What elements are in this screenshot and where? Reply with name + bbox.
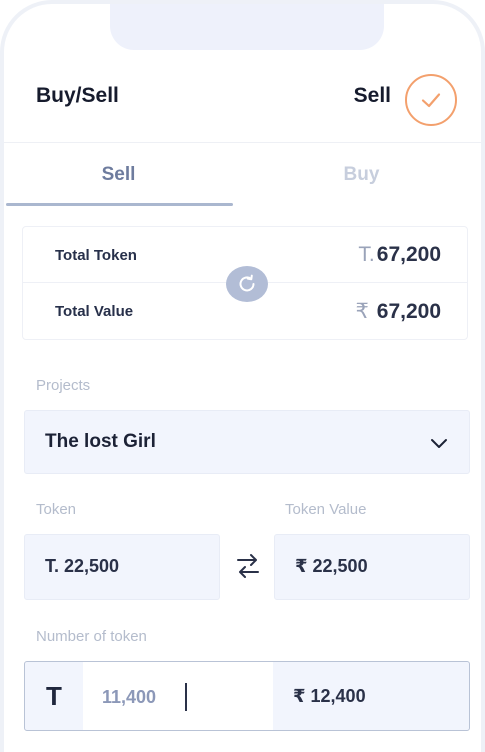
total-token-label: Total Token bbox=[55, 247, 137, 264]
swap-arrows-icon[interactable] bbox=[234, 550, 262, 582]
token-input-value: T. 22,500 bbox=[45, 556, 120, 576]
token-count-value: 11,400 bbox=[102, 687, 157, 707]
buy-sell-tabs: Sell Buy bbox=[4, 144, 481, 208]
token-count-value-output: ₹ 12,400 bbox=[273, 662, 469, 730]
phone-frame: Buy/Sell Sell Sell Buy Total Token T.67,… bbox=[0, 0, 485, 752]
token-label: Token bbox=[36, 501, 77, 518]
tab-buy[interactable]: Buy bbox=[247, 144, 476, 206]
token-value-input-value: ₹ 22,500 bbox=[295, 556, 368, 576]
token-value-label: Token Value bbox=[285, 501, 367, 518]
confirm-button[interactable] bbox=[405, 74, 457, 126]
token-count-rupee-value: ₹ 12,400 bbox=[293, 686, 366, 706]
projects-select[interactable]: The lost Girl bbox=[24, 410, 470, 474]
chevron-down-icon bbox=[431, 439, 447, 448]
projects-label: Projects bbox=[36, 377, 91, 394]
projects-selected-value: The lost Girl bbox=[45, 431, 156, 452]
active-tab-indicator bbox=[6, 203, 233, 206]
total-value-value: ₹ 67,200 bbox=[356, 299, 441, 324]
total-value-amount: 67,200 bbox=[376, 300, 441, 323]
refresh-icon bbox=[239, 274, 255, 292]
tab-sell[interactable]: Sell bbox=[4, 144, 233, 206]
token-symbol: T bbox=[46, 680, 62, 711]
mode-label: Sell bbox=[353, 84, 391, 107]
total-token-value: T.67,200 bbox=[358, 243, 441, 267]
refresh-button[interactable] bbox=[226, 266, 268, 302]
token-prefix: T. bbox=[358, 243, 375, 266]
header-divider bbox=[4, 142, 481, 143]
number-of-token-label: Number of token bbox=[36, 628, 147, 645]
text-caret bbox=[185, 683, 187, 711]
token-value-input[interactable]: ₹ 22,500 bbox=[274, 534, 470, 600]
check-icon bbox=[421, 93, 441, 108]
app-header: Buy/Sell Sell bbox=[4, 68, 481, 128]
rupee-prefix: ₹ bbox=[355, 300, 369, 323]
phone-notch bbox=[110, 4, 384, 50]
total-token-amount: 67,200 bbox=[376, 243, 441, 266]
number-of-token-field: T 11,400 ₹ 12,400 bbox=[24, 661, 470, 731]
page-title: Buy/Sell bbox=[36, 84, 119, 107]
token-input[interactable]: T. 22,500 bbox=[24, 534, 220, 600]
total-value-label: Total Value bbox=[55, 303, 134, 320]
token-count-input[interactable]: 11,400 bbox=[83, 662, 273, 730]
